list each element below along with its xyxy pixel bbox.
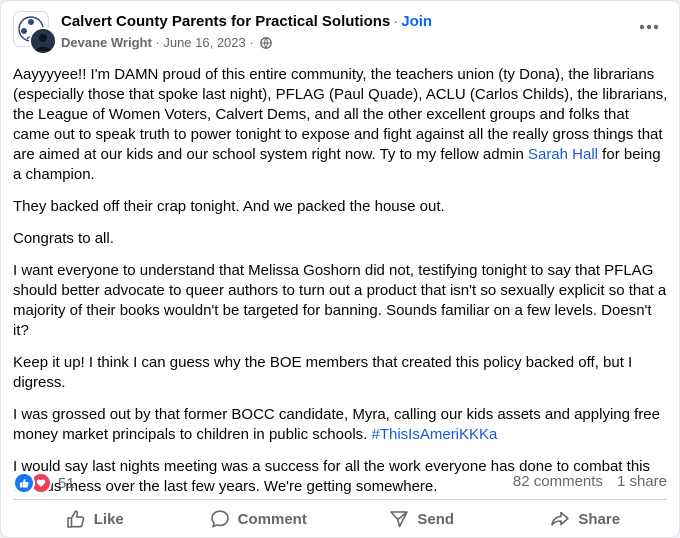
join-button[interactable]: Join — [401, 13, 432, 30]
paragraph-5: Keep it up! I think I can guess why the … — [13, 354, 633, 391]
paragraph-3: Congrats to all. — [13, 230, 114, 247]
actions-divider — [13, 499, 667, 500]
post-header: Calvert County Parents for Practical Sol… — [13, 11, 667, 55]
comment-label: Comment — [237, 510, 307, 528]
post-date-link[interactable]: June 16, 2023 — [163, 35, 245, 50]
reaction-count: 51 — [58, 474, 75, 492]
author-link[interactable]: Devane Wright — [61, 35, 152, 50]
group-line: Calvert County Parents for Practical Sol… — [61, 13, 432, 30]
comments-count[interactable]: 82 comments — [513, 473, 603, 490]
post-stats: 51 82 comments 1 share — [13, 471, 667, 494]
meta-separator: · — [151, 35, 164, 50]
user-avatar-icon — [29, 27, 57, 55]
like-button[interactable]: Like — [13, 503, 177, 535]
post-body: Aayyyyee!! I'm DAMN proud of this entire… — [13, 65, 669, 509]
paragraph-6-text: I was grossed out by that former BOCC ca… — [13, 406, 660, 443]
group-separator: · — [393, 13, 399, 30]
send-button[interactable]: Send — [340, 503, 504, 535]
comment-button[interactable]: Comment — [177, 503, 341, 535]
send-icon — [390, 511, 409, 528]
share-button[interactable]: Share — [504, 503, 668, 535]
send-label: Send — [417, 510, 455, 528]
paragraph-6: I was grossed out by that former BOCC ca… — [13, 405, 669, 445]
meta-separator-2: · — [245, 35, 258, 50]
avatar[interactable] — [13, 11, 57, 55]
paragraph-1: Aayyyyee!! I'm DAMN proud of this entire… — [13, 65, 669, 185]
hashtag-link[interactable]: #ThisIsAmeriKKKa — [372, 426, 498, 443]
thumbs-up-icon — [66, 510, 84, 528]
paragraph-4: I want everyone to understand that Melis… — [13, 262, 667, 339]
like-label: Like — [93, 510, 124, 528]
group-name-link[interactable]: Calvert County Parents for Practical Sol… — [61, 13, 390, 30]
like-reaction-icon — [13, 472, 35, 494]
share-icon — [551, 511, 570, 526]
post-meta: Devane Wright · June 16, 2023 · — [61, 35, 273, 52]
globe-icon — [260, 37, 273, 52]
share-label: Share — [578, 510, 621, 528]
more-options-icon[interactable] — [637, 15, 661, 39]
mention-link[interactable]: Sarah Hall — [528, 146, 598, 163]
engagement-counts: 82 comments 1 share — [513, 473, 667, 490]
paragraph-2: They backed off their crap tonight. And … — [13, 198, 445, 215]
action-bar: Like Comment Send Share — [13, 503, 667, 535]
comment-icon — [210, 510, 229, 528]
shares-count[interactable]: 1 share — [617, 473, 667, 490]
reactions-summary[interactable]: 51 — [13, 472, 75, 494]
post-card: Calvert County Parents for Practical Sol… — [0, 0, 680, 538]
